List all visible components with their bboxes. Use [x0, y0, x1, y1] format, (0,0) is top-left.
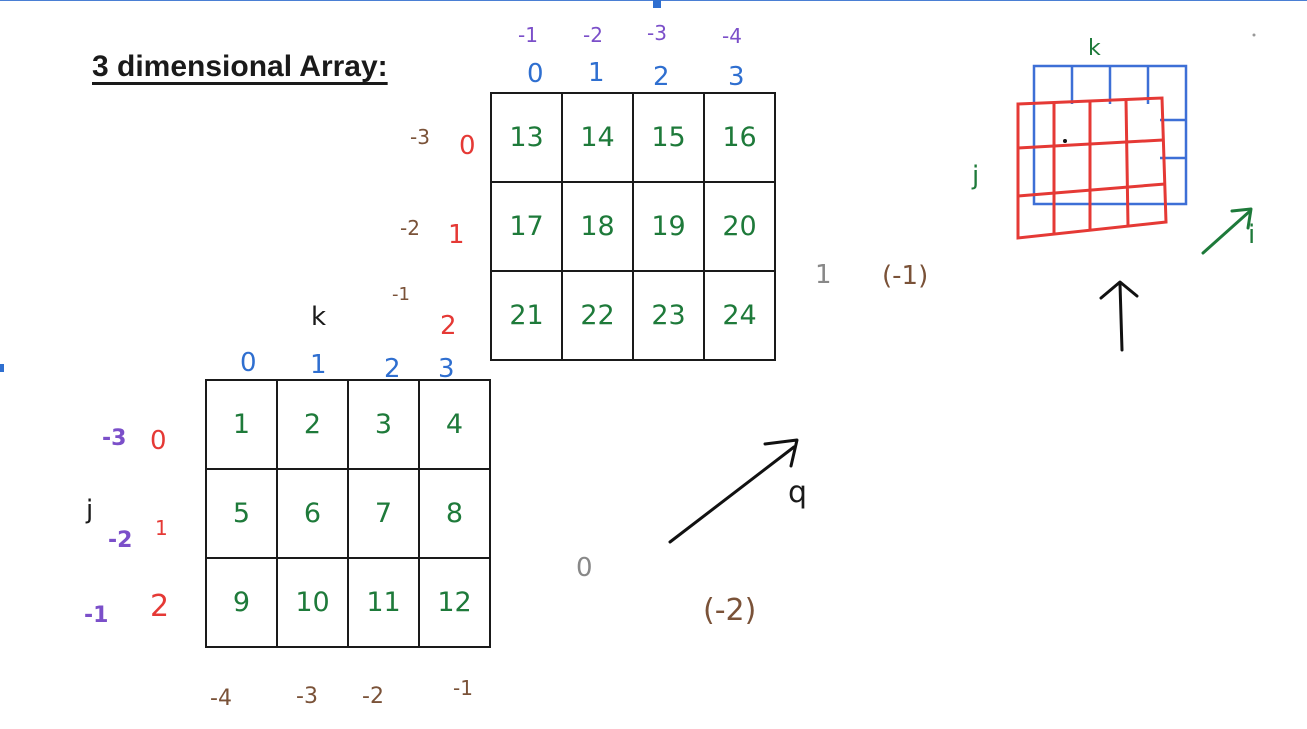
- depth-arrow: [668, 438, 799, 544]
- sketch-front-grid: [1016, 96, 1168, 240]
- ink-layer: [668, 33, 1256, 544]
- sketch-i-arrow: [1201, 207, 1253, 255]
- up-arrow: [1099, 280, 1139, 352]
